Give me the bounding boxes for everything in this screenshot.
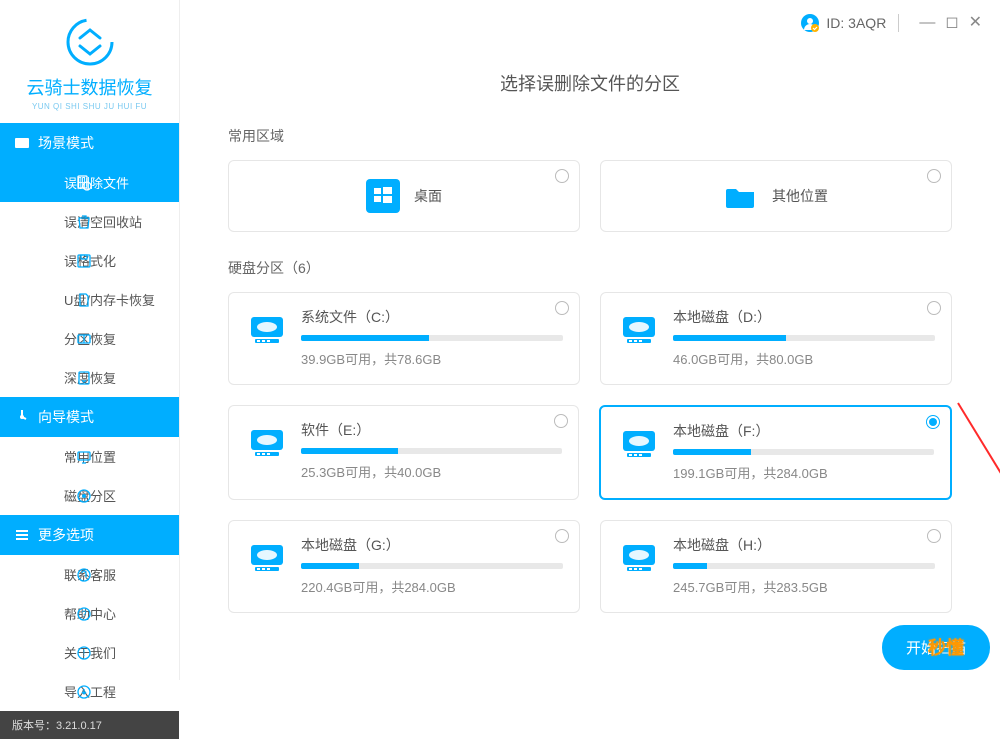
info-icon: ! bbox=[38, 645, 54, 661]
maximize-button[interactable]: ◻ bbox=[945, 15, 958, 31]
page-title: 选择误删除文件的分区 bbox=[228, 70, 952, 96]
logo-area: 云骑士数据恢复 YUN QI SHI SHU JU HUI FU bbox=[0, 0, 179, 123]
disk-usage-bar bbox=[301, 448, 562, 454]
disk-icon bbox=[38, 488, 54, 504]
disk-title: 软件（E:） bbox=[301, 420, 562, 440]
nav-item-deleted-files[interactable]: 误删除文件 bbox=[0, 163, 179, 202]
nav-item-import[interactable]: 导入工程 bbox=[0, 672, 179, 711]
hdd-icon bbox=[247, 537, 287, 577]
card-desktop[interactable]: 桌面 bbox=[228, 160, 580, 232]
disk-title: 本地磁盘（G:） bbox=[301, 535, 563, 555]
nav-item-formatted[interactable]: 误格式化 bbox=[0, 241, 179, 280]
close-button[interactable]: ✕ bbox=[969, 15, 982, 31]
nav-header-label: 向导模式 bbox=[38, 407, 94, 427]
section-common-label: 常用区域 bbox=[228, 126, 952, 146]
monitor-icon bbox=[38, 449, 54, 465]
card-disk-5[interactable]: 本地磁盘（H:） 245.7GB可用，共283.5GB bbox=[600, 520, 952, 613]
svg-text:!: ! bbox=[83, 648, 86, 658]
nav-item-deep-recovery[interactable]: 深度恢复 bbox=[0, 358, 179, 397]
partition-icon bbox=[38, 331, 54, 347]
disk-info: 39.9GB可用，共78.6GB bbox=[301, 349, 563, 368]
card-disk-0[interactable]: 系统文件（C:） 39.9GB可用，共78.6GB bbox=[228, 292, 580, 385]
radio-indicator bbox=[927, 169, 941, 183]
nav-header-label: 更多选项 bbox=[38, 525, 94, 545]
file-refresh-icon bbox=[38, 175, 54, 191]
disk-info: 46.0GB可用，共80.0GB bbox=[673, 349, 935, 368]
disk-usage-bar bbox=[301, 563, 563, 569]
disk-usage-bar bbox=[673, 449, 934, 455]
disk-info: 220.4GB可用，共284.0GB bbox=[301, 577, 563, 596]
nav-item-disk-partition[interactable]: 磁盘分区 bbox=[0, 476, 179, 515]
disk-usage-bar bbox=[673, 563, 935, 569]
disk-info: 25.3GB可用，共40.0GB bbox=[301, 462, 562, 481]
disk-info: 199.1GB可用，共284.0GB bbox=[673, 463, 934, 482]
disk-title: 本地磁盘（F:） bbox=[673, 421, 934, 441]
disk-title: 系统文件（C:） bbox=[301, 307, 563, 327]
header-divider bbox=[898, 14, 899, 32]
radio-indicator bbox=[555, 301, 569, 315]
main-area: 选择误删除文件的分区 常用区域 桌面 其他位置 硬盘分区（6） bbox=[180, 0, 1000, 680]
nav-item-about[interactable]: ! 关于我们 bbox=[0, 633, 179, 672]
card-disk-1[interactable]: 本地磁盘（D:） 46.0GB可用，共80.0GB bbox=[600, 292, 952, 385]
radio-indicator bbox=[927, 301, 941, 315]
minimize-button[interactable]: — bbox=[919, 15, 935, 31]
headset-icon bbox=[38, 567, 54, 583]
disk-usage-bar bbox=[673, 335, 935, 341]
logo-icon bbox=[66, 18, 114, 66]
user-avatar-icon bbox=[800, 13, 820, 33]
import-icon bbox=[38, 684, 54, 700]
nav-header-label: 场景模式 bbox=[38, 133, 94, 153]
nav-item-recycle-bin[interactable]: 误清空回收站 bbox=[0, 202, 179, 241]
sidebar: 云骑士数据恢复 YUN QI SHI SHU JU HUI FU 场景模式 误删… bbox=[0, 0, 180, 680]
nav-item-common-location[interactable]: 常用位置 bbox=[0, 437, 179, 476]
radio-indicator bbox=[554, 414, 568, 428]
card-disk-2[interactable]: 软件（E:） 25.3GB可用，共40.0GB bbox=[228, 405, 579, 500]
nav-header-guide-mode[interactable]: 向导模式 bbox=[0, 397, 179, 437]
nav-header-more[interactable]: 更多选项 bbox=[0, 515, 179, 555]
hdd-icon bbox=[619, 537, 659, 577]
card-other-location[interactable]: 其他位置 bbox=[600, 160, 952, 232]
hdd-icon bbox=[619, 423, 659, 463]
disk-info: 245.7GB可用，共283.5GB bbox=[673, 577, 935, 596]
disk-title: 本地磁盘（H:） bbox=[673, 535, 935, 555]
window-header: ID: 3AQR — ◻ ✕ bbox=[180, 0, 1000, 46]
disk-usage-bar bbox=[301, 335, 563, 341]
logo-sub: YUN QI SHI SHU JU HUI FU bbox=[0, 102, 179, 111]
nav-item-partition-recovery[interactable]: 分区恢复 bbox=[0, 319, 179, 358]
card-label: 其他位置 bbox=[772, 186, 828, 206]
nav-item-usb-sd[interactable]: U盘/内存卡恢复 bbox=[0, 280, 179, 319]
help-icon: ? bbox=[38, 606, 54, 622]
user-id-badge[interactable]: ID: 3AQR bbox=[800, 13, 886, 33]
nav-item-contact[interactable]: 联系客服 bbox=[0, 555, 179, 594]
card-disk-3[interactable]: 本地磁盘（F:） 199.1GB可用，共284.0GB bbox=[599, 405, 952, 500]
logo-title: 云骑士数据恢复 bbox=[0, 74, 179, 100]
folder-icon bbox=[724, 179, 758, 213]
watermark-text: 秒懂 bbox=[928, 634, 964, 660]
card-disk-4[interactable]: 本地磁盘（G:） 220.4GB可用，共284.0GB bbox=[228, 520, 580, 613]
radio-indicator bbox=[926, 415, 940, 429]
version-bar: 版本号：3.21.0.17 bbox=[0, 711, 179, 739]
section-disk-label: 硬盘分区（6） bbox=[228, 258, 952, 278]
nav-item-label: 误删除文件 bbox=[64, 173, 129, 192]
nav-item-help[interactable]: ? 帮助中心 bbox=[0, 594, 179, 633]
user-id-text: ID: 3AQR bbox=[826, 15, 886, 31]
svg-text:?: ? bbox=[81, 609, 86, 619]
trash-icon bbox=[38, 214, 54, 230]
floppy-icon bbox=[38, 253, 54, 269]
sdcard-icon bbox=[38, 292, 54, 308]
hdd-icon bbox=[247, 422, 287, 462]
deep-icon bbox=[38, 370, 54, 386]
disk-title: 本地磁盘（D:） bbox=[673, 307, 935, 327]
hdd-icon bbox=[247, 309, 287, 349]
radio-indicator bbox=[555, 529, 569, 543]
card-label: 桌面 bbox=[414, 186, 442, 206]
nav-header-scene-mode[interactable]: 场景模式 bbox=[0, 123, 179, 163]
radio-indicator bbox=[927, 529, 941, 543]
radio-indicator bbox=[555, 169, 569, 183]
hdd-icon bbox=[619, 309, 659, 349]
windows-icon bbox=[366, 179, 400, 213]
